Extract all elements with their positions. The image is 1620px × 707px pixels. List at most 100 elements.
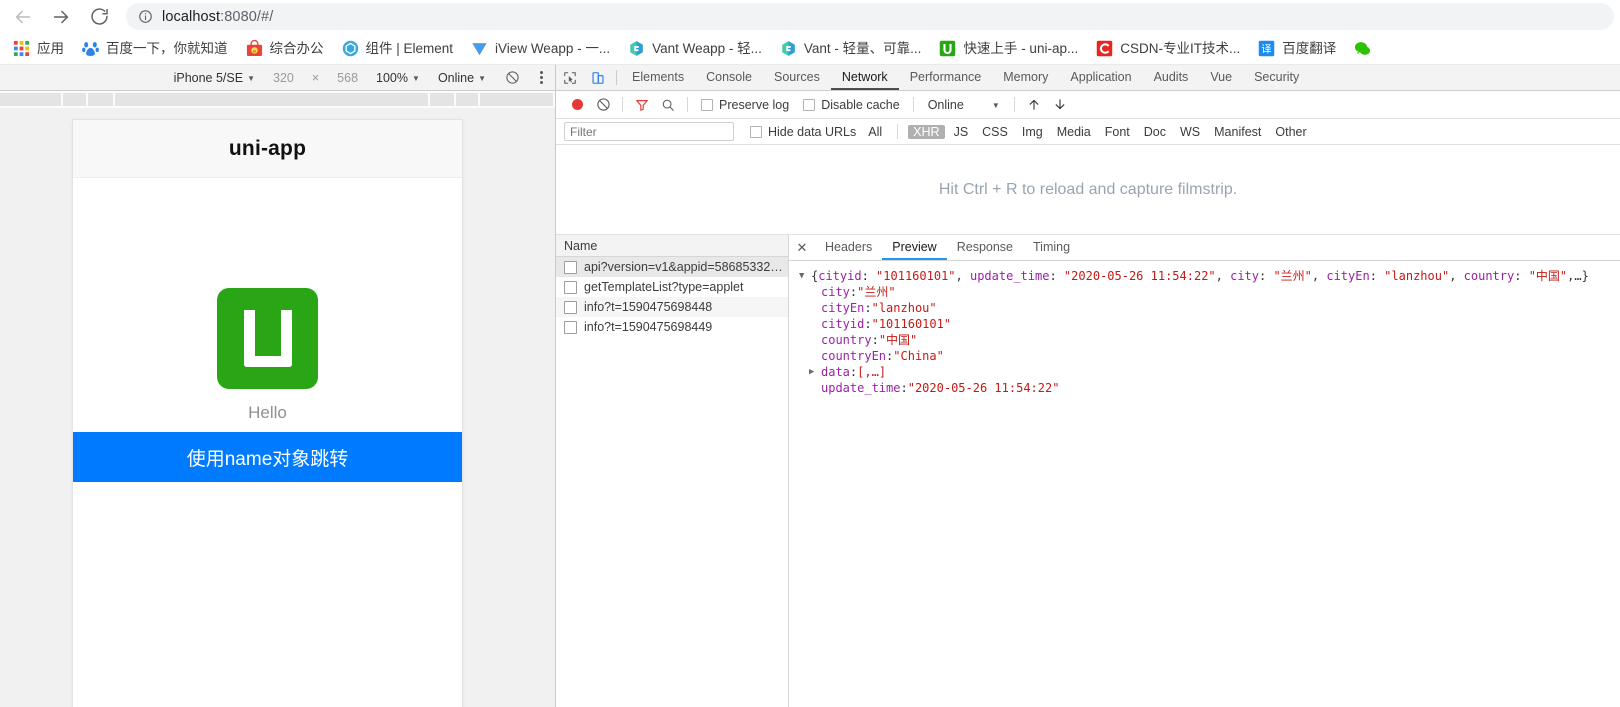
bookmark-label: 百度一下，你就知道 xyxy=(106,40,228,56)
bookmark-iview-weapp[interactable]: iView Weapp - 一... xyxy=(462,37,619,60)
ruler-tick xyxy=(115,93,431,106)
search-button[interactable] xyxy=(655,92,681,118)
tab-vue[interactable]: Vue xyxy=(1199,65,1243,90)
table-row[interactable]: api?version=v1&appid=58685332&ap… xyxy=(556,257,788,277)
toggle-device-toolbar-button[interactable] xyxy=(584,65,612,90)
url-text: localhost:8080/#/ xyxy=(162,9,273,25)
request-checkbox[interactable] xyxy=(564,280,577,294)
bookmark-baidu[interactable]: 百度一下，你就知道 xyxy=(73,37,237,60)
zoom-select[interactable]: 100% ▼ xyxy=(367,71,429,85)
reload-button[interactable] xyxy=(82,2,116,32)
json-value: "2020-05-26 11:54:22" xyxy=(907,381,1060,395)
request-checkbox[interactable] xyxy=(564,260,577,274)
upload-arrow-icon xyxy=(1029,99,1039,110)
url-host: localhost xyxy=(162,8,221,25)
network-throttle-select[interactable]: Online ▼ xyxy=(429,71,495,85)
ruler-tick xyxy=(63,93,88,106)
divider xyxy=(622,97,623,112)
bookmark-label: 百度翻译 xyxy=(1282,40,1337,56)
tab-console[interactable]: Console xyxy=(695,65,763,90)
divider xyxy=(616,70,617,85)
hide-data-urls-checkbox[interactable]: Hide data URLs xyxy=(734,125,863,139)
inspect-cursor-icon xyxy=(564,71,576,84)
address-bar[interactable]: localhost:8080/#/ xyxy=(126,3,1614,30)
json-value: "101160101" xyxy=(876,269,956,283)
viewport-width-input[interactable]: 320 xyxy=(264,71,303,85)
table-row[interactable]: info?t=1590475698448 xyxy=(556,297,788,317)
json-value: "101160101" xyxy=(871,317,952,331)
bookmark-apps[interactable]: 应用 xyxy=(4,37,73,60)
device-emulation-pane: iPhone 5/SE ▼ 320 × 568 100% ▼ Online ▼ xyxy=(0,65,556,707)
chevron-down-icon: ▼ xyxy=(991,101,1000,110)
tab-response[interactable]: Response xyxy=(947,235,1023,260)
json-property-row-expandable[interactable]: ▶ data: [,…] xyxy=(799,364,1620,380)
filter-type-css[interactable]: CSS xyxy=(977,125,1013,139)
filter-input[interactable] xyxy=(564,122,734,141)
times-symbol: × xyxy=(311,70,320,85)
filter-type-font[interactable]: Font xyxy=(1100,125,1135,139)
device-more-button[interactable] xyxy=(530,71,549,84)
tab-headers[interactable]: Headers xyxy=(815,235,882,260)
filter-type-media[interactable]: Media xyxy=(1052,125,1096,139)
tab-timing[interactable]: Timing xyxy=(1023,235,1080,260)
request-checkbox[interactable] xyxy=(564,300,577,314)
tab-sources[interactable]: Sources xyxy=(763,65,831,90)
bookmark-vant-weapp[interactable]: Vant Weapp - 轻... xyxy=(619,37,771,60)
json-preview: ▼ {cityid: "101160101", update_time: "20… xyxy=(789,261,1620,707)
jump-by-name-button[interactable]: 使用name对象跳转 xyxy=(73,432,462,482)
bookmark-label: 应用 xyxy=(37,40,64,56)
bookmark-office[interactable]: e 综合办公 xyxy=(237,37,333,60)
tab-memory[interactable]: Memory xyxy=(992,65,1059,90)
filter-type-all[interactable]: All xyxy=(863,125,887,139)
chevron-right-icon[interactable]: ▶ xyxy=(809,364,821,380)
table-row[interactable]: getTemplateList?type=applet xyxy=(556,277,788,297)
preserve-log-checkbox[interactable]: Preserve log xyxy=(694,98,796,112)
json-key: cityid xyxy=(821,317,865,331)
chevron-down-icon[interactable]: ▼ xyxy=(799,268,811,284)
bookmark-element[interactable]: 组件 | Element xyxy=(333,37,463,60)
import-har-button[interactable] xyxy=(1021,92,1047,118)
filter-type-img[interactable]: Img xyxy=(1017,125,1048,139)
json-property-row: city: "兰州" xyxy=(821,285,896,299)
dot xyxy=(540,81,543,84)
close-detail-button[interactable]: ✕ xyxy=(789,240,815,256)
tab-security[interactable]: Security xyxy=(1243,65,1310,90)
filter-type-other[interactable]: Other xyxy=(1270,125,1311,139)
search-icon xyxy=(662,99,674,111)
rotate-button[interactable] xyxy=(495,70,530,85)
bookmark-uniapp[interactable]: 快速上手 - uni-ap... xyxy=(930,37,1087,60)
filter-toggle-button[interactable] xyxy=(629,92,655,118)
tab-application[interactable]: Application xyxy=(1059,65,1142,90)
tab-performance[interactable]: Performance xyxy=(899,65,993,90)
filter-type-doc[interactable]: Doc xyxy=(1139,125,1171,139)
device-select[interactable]: iPhone 5/SE ▼ xyxy=(165,71,264,85)
tab-network[interactable]: Network xyxy=(830,65,899,90)
throttling-select[interactable]: Online ▼ xyxy=(920,98,1008,112)
request-checkbox[interactable] xyxy=(564,320,577,334)
tab-audits[interactable]: Audits xyxy=(1143,65,1200,90)
table-row[interactable]: info?t=1590475698449 xyxy=(556,317,788,337)
filter-type-ws[interactable]: WS xyxy=(1175,125,1205,139)
export-har-button[interactable] xyxy=(1047,92,1073,118)
json-summary-row[interactable]: ▼ {cityid: "101160101", update_time: "20… xyxy=(799,268,1620,284)
tab-preview[interactable]: Preview xyxy=(882,235,947,260)
viewport-ruler[interactable] xyxy=(0,91,555,108)
filter-type-xhr[interactable]: XHR xyxy=(908,124,945,139)
bookmark-csdn[interactable]: CSDN-专业IT技术... xyxy=(1087,37,1249,60)
tab-elements[interactable]: Elements xyxy=(621,65,695,90)
disable-cache-checkbox[interactable]: Disable cache xyxy=(796,98,907,112)
filter-funnel-icon xyxy=(636,99,648,111)
filter-type-manifest[interactable]: Manifest xyxy=(1209,125,1266,139)
filter-type-js[interactable]: JS xyxy=(949,125,974,139)
back-button[interactable] xyxy=(6,2,40,32)
bookmark-baidu-translate[interactable]: 译 百度翻译 xyxy=(1249,37,1345,60)
record-button[interactable] xyxy=(564,92,590,118)
csdn-icon xyxy=(1096,40,1113,57)
request-list-header[interactable]: Name xyxy=(556,235,788,257)
clear-button[interactable] xyxy=(590,92,616,118)
bookmark-vant[interactable]: Vant - 轻量、可靠... xyxy=(771,37,931,60)
bookmark-wechat[interactable] xyxy=(1345,37,1387,60)
viewport-height-input[interactable]: 568 xyxy=(328,71,367,85)
inspect-element-button[interactable] xyxy=(556,65,584,90)
forward-button[interactable] xyxy=(44,2,78,32)
